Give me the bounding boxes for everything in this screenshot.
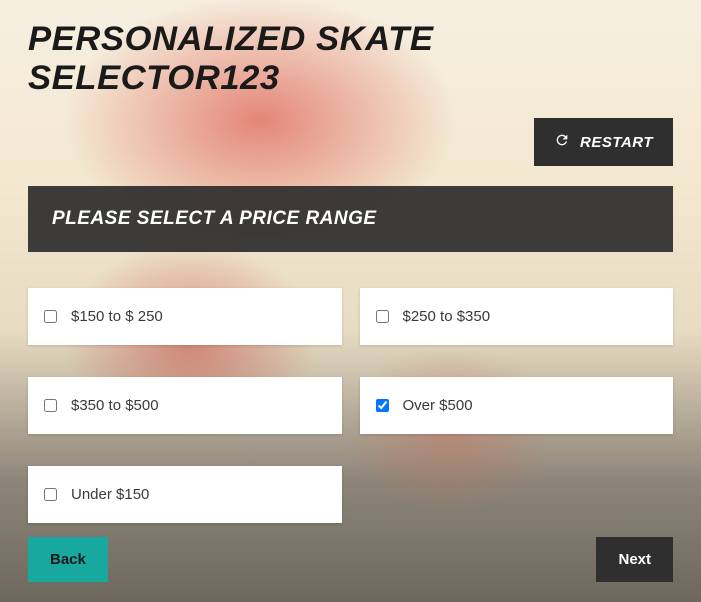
- instruction-bar: PLEASE SELECT A PRICE RANGE: [28, 186, 673, 252]
- option-label: $150 to $ 250: [71, 308, 163, 325]
- option-label: $250 to $350: [403, 308, 491, 325]
- page-title: PERSONALIZED SKATE SELECTOR123: [28, 20, 686, 98]
- option-under-150[interactable]: Under $150: [28, 466, 342, 523]
- option-350-500[interactable]: $350 to $500: [28, 377, 342, 434]
- next-button[interactable]: Next: [596, 537, 673, 582]
- nav-row: Back Next: [28, 537, 673, 582]
- option-label: Under $150: [71, 486, 149, 503]
- option-150-250[interactable]: $150 to $ 250: [28, 288, 342, 345]
- restart-label: RESTART: [580, 134, 653, 151]
- back-button[interactable]: Back: [28, 537, 108, 582]
- option-label: $350 to $500: [71, 397, 159, 414]
- selector-panel: PERSONALIZED SKATE SELECTOR123 RESTART P…: [0, 0, 701, 602]
- option-checkbox[interactable]: [44, 310, 57, 323]
- option-checkbox[interactable]: [376, 310, 389, 323]
- price-options-grid: $150 to $ 250 $250 to $350 $350 to $500 …: [28, 288, 673, 523]
- refresh-icon: [554, 132, 570, 152]
- option-250-350[interactable]: $250 to $350: [360, 288, 674, 345]
- option-over-500[interactable]: Over $500: [360, 377, 674, 434]
- option-checkbox[interactable]: [376, 399, 389, 412]
- option-label: Over $500: [403, 397, 473, 414]
- restart-row: RESTART: [28, 118, 673, 166]
- restart-button[interactable]: RESTART: [534, 118, 673, 166]
- option-checkbox[interactable]: [44, 399, 57, 412]
- option-checkbox[interactable]: [44, 488, 57, 501]
